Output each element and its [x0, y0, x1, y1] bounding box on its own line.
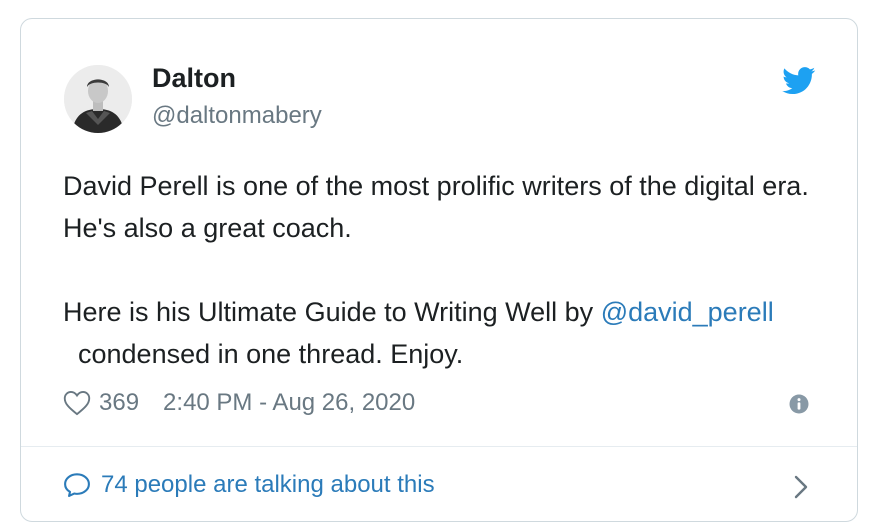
paragraph-2-prefix: Here is his Ultimate Guide to Writing We…	[63, 297, 601, 327]
tweet-text: David Perell is one of the most prolific…	[63, 165, 823, 375]
avatar[interactable]	[64, 65, 132, 133]
author-handle[interactable]: @daltonmabery	[152, 102, 322, 130]
tweet-paragraph-1: David Perell is one of the most prolific…	[63, 171, 809, 243]
author-name[interactable]: Dalton	[152, 63, 236, 94]
mention-link[interactable]: @david_perell	[601, 297, 774, 327]
tweet-timestamp[interactable]: 2:40 PM - Aug 26, 2020	[163, 389, 415, 417]
paragraph-2-suffix: condensed in one thread. Enjoy.	[63, 339, 464, 369]
twitter-bird-icon[interactable]	[782, 67, 816, 95]
like-count[interactable]: 369	[99, 389, 139, 417]
tweet-paragraph-2: Here is his Ultimate Guide to Writing We…	[63, 291, 823, 375]
speech-bubble-icon	[64, 473, 90, 498]
tweet-card: Dalton @daltonmabery David Perell is one…	[20, 18, 858, 522]
conversation-link[interactable]: 74 people are talking about this	[63, 471, 435, 499]
info-icon[interactable]	[789, 394, 809, 414]
divider	[21, 446, 857, 447]
heart-icon[interactable]	[63, 390, 91, 416]
conversation-count-text: 74 people are talking about this	[101, 471, 435, 498]
avatar-image	[64, 65, 132, 133]
tweet-meta: 369 2:40 PM - Aug 26, 2020	[63, 386, 415, 420]
chevron-right-icon[interactable]	[793, 474, 809, 500]
